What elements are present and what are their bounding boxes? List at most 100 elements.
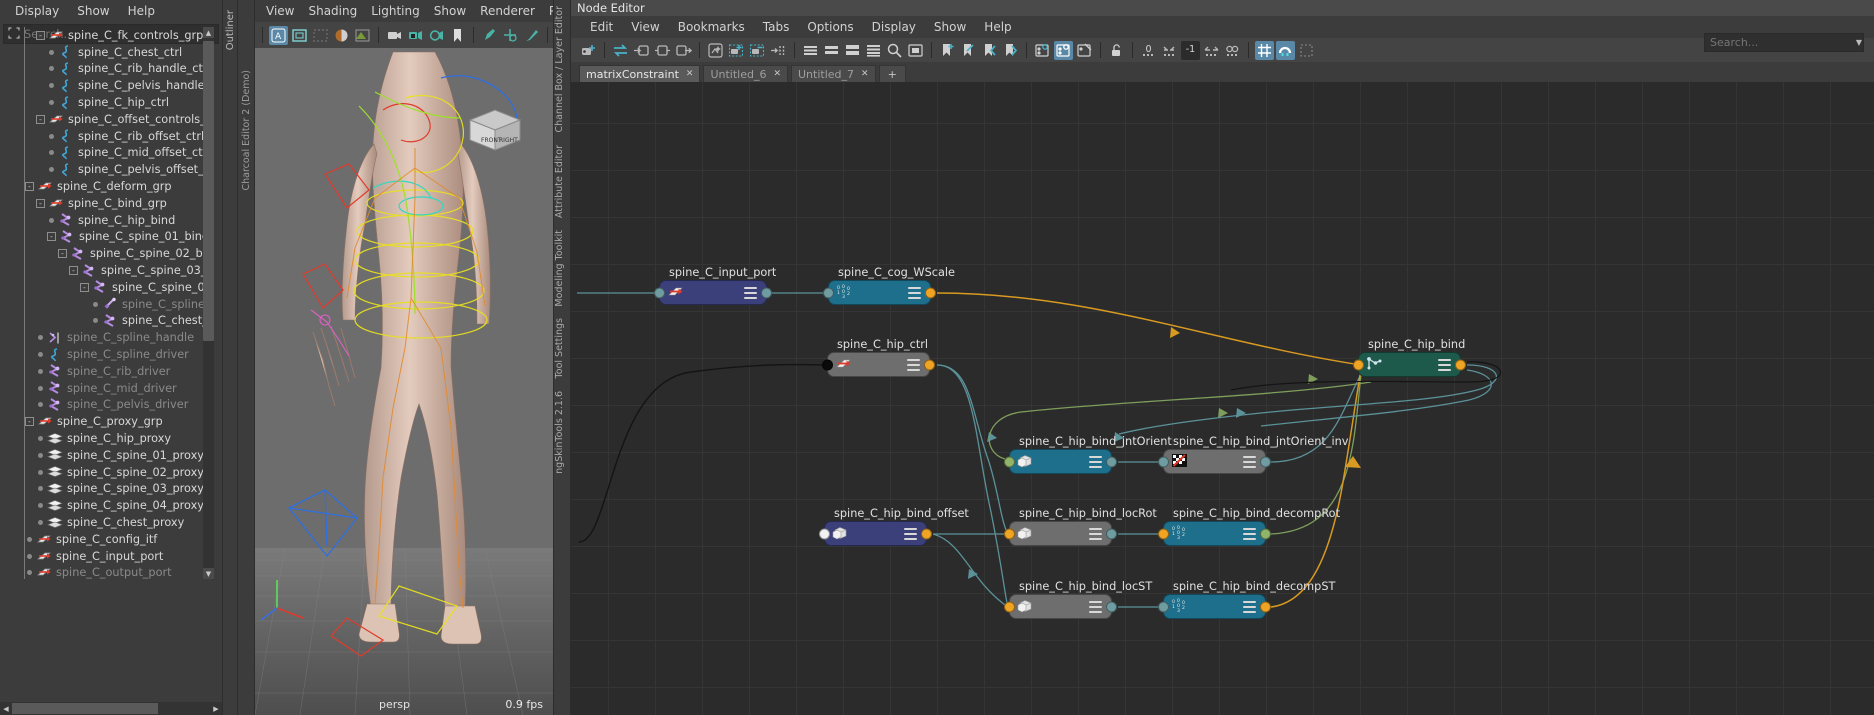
extras-icon[interactable] (1297, 41, 1316, 60)
graph-node-body[interactable] (654, 280, 772, 305)
outliner-vertical-scrollbar[interactable]: ▲ ▼ (203, 27, 214, 579)
node-editor-search[interactable]: ▼ (1704, 33, 1864, 52)
graph-node[interactable]: spine_C_input_port (654, 266, 776, 305)
node-editor-tab[interactable]: Untitled_7 ✕ (791, 65, 876, 82)
brush-icon[interactable] (522, 26, 541, 45)
outliner-row[interactable]: - spine_C_spine_04_bind (0, 279, 208, 296)
unlock-icon[interactable] (1107, 41, 1126, 60)
layout-horizontal-icon[interactable] (801, 41, 820, 60)
graph-node-body[interactable]: 0001023 (1158, 521, 1271, 546)
node-input-port[interactable] (1158, 601, 1169, 612)
outliner-row[interactable]: - spine_C_offset_controls_grp (0, 111, 208, 128)
outliner-row[interactable]: spine_C_input_port (0, 548, 208, 565)
show-connected-icon[interactable] (1054, 40, 1073, 60)
pin-icon[interactable] (769, 41, 788, 60)
outliner-panel-tab[interactable]: Outliner (222, 0, 238, 715)
graph-node-body[interactable] (822, 352, 935, 377)
scroll-thumb[interactable] (203, 41, 214, 341)
ne-menu-options[interactable]: Options (798, 16, 862, 38)
next-node-icon[interactable] (1001, 41, 1020, 60)
input-connections-icon[interactable] (632, 41, 651, 60)
node-output-port[interactable] (1260, 528, 1271, 539)
viewport-canvas[interactable]: FRONT RIGHT persp 0.9 fps (255, 48, 553, 715)
node-output-port[interactable] (921, 528, 932, 539)
node-editor-search-input[interactable] (1705, 36, 1855, 49)
output-connections-icon[interactable] (674, 41, 693, 60)
toggle-connections-icon[interactable] (611, 41, 630, 60)
remove-from-graph-icon[interactable] (748, 41, 767, 60)
depth-zero-icon[interactable]: 0 (1139, 41, 1158, 60)
outliner-row[interactable]: spine_C_mid_offset_ctrl (0, 145, 208, 162)
graph-node[interactable]: spine_C_hip_bind_jntOrient_inv (1158, 435, 1348, 474)
node-output-port[interactable] (1106, 456, 1117, 467)
add-to-graph-icon[interactable] (727, 41, 746, 60)
outliner-row[interactable]: spine_C_spline_effec (0, 296, 208, 313)
textured-icon[interactable] (353, 26, 372, 45)
tree-expander[interactable]: - (47, 232, 56, 242)
outliner-row[interactable]: spine_C_spline_driver (0, 346, 208, 363)
node-input-port[interactable] (819, 528, 830, 539)
graph-node-body[interactable] (1004, 594, 1117, 619)
outliner-row[interactable]: spine_C_config_itf (0, 531, 208, 548)
node-attribute-list-icon[interactable] (1089, 455, 1102, 468)
node-input-port[interactable] (1158, 528, 1169, 539)
outliner-row[interactable]: spine_C_spine_02_proxy (0, 464, 208, 481)
graph-node[interactable]: spine_C_hip_bind_locST (1004, 580, 1152, 619)
viewport-menu-show[interactable]: Show (427, 0, 473, 22)
node-attribute-list-icon[interactable] (1089, 527, 1102, 540)
outliner-row[interactable]: - spine_C_spine_03_bind (0, 262, 208, 279)
hscroll-thumb[interactable] (12, 703, 158, 714)
viewport-menu-lighting[interactable]: Lighting (364, 0, 427, 22)
chevron-down-icon[interactable]: ▼ (1855, 38, 1863, 47)
node-attribute-list-icon[interactable] (744, 286, 757, 299)
film-gate-icon[interactable] (290, 26, 309, 45)
hide-attributes-icon[interactable] (1075, 41, 1094, 60)
node-attribute-list-icon[interactable] (907, 358, 920, 371)
node-output-port[interactable] (924, 359, 935, 370)
right-panel-tab[interactable]: Channel Box / Layer Editor (554, 0, 572, 139)
graph-node-body[interactable] (1004, 449, 1117, 474)
node-attribute-list-icon[interactable] (908, 286, 921, 299)
layout-vertical-icon[interactable] (822, 41, 841, 60)
outliner-row[interactable]: spine_C_output_port (0, 565, 208, 579)
node-attribute-list-icon[interactable] (904, 527, 917, 540)
depth-out-icon[interactable] (1202, 41, 1221, 60)
viewport-menu-view[interactable]: View (259, 0, 301, 22)
tree-expander[interactable]: - (36, 198, 45, 208)
depth-all-icon[interactable] (1223, 41, 1242, 60)
tree-expander[interactable]: - (36, 114, 45, 124)
outliner-row[interactable]: - spine_C_bind_grp (0, 195, 208, 212)
outliner-row[interactable]: spine_C_pelvis_driver (0, 397, 208, 414)
view-cube[interactable]: FRONT RIGHT (468, 108, 523, 153)
select-camera-icon[interactable]: A (269, 25, 288, 45)
outliner-row[interactable]: spine_C_chest_proxy (0, 514, 208, 531)
node-input-port[interactable] (1158, 456, 1169, 467)
right-panel-tab[interactable]: Tool Settings (554, 312, 572, 384)
depth-value-icon[interactable]: -1 (1181, 40, 1200, 60)
outliner-row[interactable]: - spine_C_spine_02_bind (0, 245, 208, 262)
zoom-icon[interactable] (885, 41, 904, 60)
outliner-row[interactable]: - spine_C_deform_grp (0, 178, 208, 195)
move-tool-icon[interactable] (501, 26, 520, 45)
tree-expander[interactable]: - (69, 266, 78, 276)
resolution-gate-icon[interactable] (311, 26, 330, 45)
ne-menu-show[interactable]: Show (925, 16, 975, 38)
lock-camera-icon[interactable] (406, 26, 425, 45)
outliner-row[interactable]: - spine_C_fk_controls_grp (0, 27, 208, 44)
graph-node[interactable]: spine_C_hip_bind_decompRot 0 0 0 1 0 2 3 (1158, 507, 1340, 546)
node-editor-tab[interactable]: Untitled_6 ✕ (703, 65, 788, 82)
outliner-menu-show[interactable]: Show (68, 0, 118, 22)
node-attribute-list-icon[interactable] (1243, 600, 1256, 613)
outliner-row[interactable]: spine_C_rib_driver (0, 363, 208, 380)
graph-node[interactable]: spine_C_hip_bind_locRot (1004, 507, 1157, 546)
scroll-up-icon[interactable]: ▲ (203, 27, 214, 38)
node-graph-canvas[interactable]: spine_C_input_port spine_C_cog_WScale 0 0 0 1… (571, 82, 1874, 715)
reset-camera-icon[interactable] (427, 26, 446, 45)
node-output-port[interactable] (1260, 456, 1271, 467)
node-input-port[interactable] (1004, 456, 1015, 467)
outliner-menu-display[interactable]: Display (6, 0, 68, 22)
right-panel-tab[interactable]: Modeling Toolkit (554, 224, 572, 313)
depth-in-icon[interactable] (1160, 41, 1179, 60)
outliner-row[interactable]: spine_C_mid_driver (0, 380, 208, 397)
scroll-down-icon[interactable]: ▼ (203, 568, 214, 579)
